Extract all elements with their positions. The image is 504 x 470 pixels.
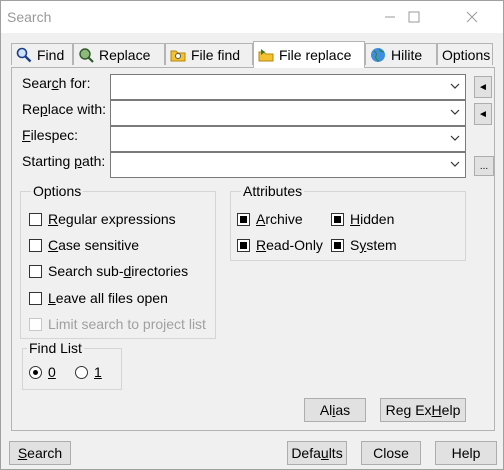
regex-help-button[interactable]: Reg Ex Help	[380, 398, 466, 422]
checkbox-box[interactable]	[331, 212, 344, 226]
search-subdirectories-checkbox[interactable]: Search sub-directories	[29, 263, 188, 279]
tab-hilite[interactable]: Hilite	[365, 43, 437, 65]
read-only-checkbox[interactable]: Read-Only	[237, 237, 323, 253]
radio-button[interactable]	[29, 365, 42, 379]
options-group: Options Regular expressions Case sensiti…	[20, 183, 216, 339]
browse-label: ...	[479, 160, 489, 172]
leave-files-open-checkbox[interactable]: Leave all files open	[29, 290, 168, 306]
hidden-checkbox[interactable]: Hidden	[331, 211, 394, 227]
folder-search-icon	[170, 50, 186, 61]
search-dialog: Search Find Replace File find File repla…	[0, 0, 504, 470]
checkbox-box[interactable]	[237, 212, 250, 226]
tab-file-find[interactable]: File find	[165, 43, 253, 65]
window-title: Search	[7, 9, 52, 25]
tab-strip: Find Replace File find File replace Hili…	[11, 41, 495, 68]
find-list-radio-0[interactable]: 0	[29, 364, 56, 380]
find-list-title: Find List	[27, 340, 84, 356]
replace-with-label: Replace with:	[22, 101, 107, 117]
radio-button[interactable]	[75, 365, 88, 379]
magnifier-icon	[16, 47, 32, 62]
checkbox-box[interactable]	[331, 238, 344, 252]
starting-path-combobox[interactable]	[110, 152, 466, 178]
tab-find[interactable]: Find	[11, 43, 73, 65]
options-group-title: Options	[31, 183, 84, 199]
tab-replace-label: Replace	[99, 46, 151, 63]
close-window-button[interactable]	[449, 1, 495, 33]
help-button[interactable]: Help	[435, 441, 497, 465]
chevron-down-icon	[450, 135, 460, 141]
tab-options[interactable]: Options	[437, 43, 493, 65]
replace-with-insert-button[interactable]: ◄	[474, 103, 492, 125]
tab-options-label: Options	[442, 46, 491, 63]
chevron-down-icon	[450, 109, 460, 115]
search-button[interactable]: Search	[9, 441, 71, 465]
checkbox-box[interactable]	[237, 238, 250, 252]
tab-file-find-label: File find	[191, 46, 241, 63]
arrow-left-icon: ◄	[478, 108, 488, 120]
folder-replace-icon	[258, 49, 274, 62]
checkbox-box	[29, 317, 42, 331]
find-list-radio-1[interactable]: 1	[75, 364, 102, 380]
globe-icon	[371, 47, 385, 62]
title-bar: Search	[1, 1, 503, 33]
replace-with-combobox[interactable]	[110, 100, 466, 126]
defaults-button[interactable]: Defa u lts	[287, 441, 347, 465]
tab-hilite-label: Hilite	[391, 46, 423, 63]
filespec-label: Filespec:	[22, 127, 79, 143]
case-sensitive-checkbox[interactable]: Case sensitive	[29, 237, 139, 253]
chevron-down-icon	[450, 83, 460, 89]
find-list-group: Find List 0 1	[22, 340, 122, 390]
replace-icon	[79, 47, 94, 63]
search-for-label: Search for:	[22, 75, 91, 91]
limit-to-project-checkbox: Limit search to project list	[29, 316, 206, 332]
tab-find-label: Find	[37, 46, 65, 63]
search-for-combobox[interactable]	[110, 74, 466, 100]
close-button[interactable]: Close	[361, 441, 421, 465]
attributes-group: Attributes Archive Hidden Read-Only Syst…	[230, 183, 466, 261]
filespec-combobox[interactable]	[110, 126, 466, 152]
alias-button[interactable]: Al i as	[304, 398, 366, 422]
tab-file-replace[interactable]: File replace	[253, 41, 365, 68]
maximize-icon	[408, 11, 420, 23]
checkbox-box[interactable]	[29, 238, 42, 252]
checkbox-box[interactable]	[29, 291, 42, 305]
file-replace-panel: Search for: ◄ Replace with: ◄ Filespec: …	[11, 67, 495, 431]
starting-path-label: Starting path:	[22, 153, 106, 169]
system-checkbox[interactable]: System	[331, 237, 397, 253]
close-icon	[466, 11, 478, 23]
maximize-button[interactable]	[391, 1, 437, 33]
browse-path-button[interactable]: ...	[474, 156, 494, 176]
tab-replace[interactable]: Replace	[73, 43, 165, 65]
tab-file-replace-label: File replace	[279, 47, 352, 63]
checkbox-box[interactable]	[29, 212, 42, 226]
checkbox-box[interactable]	[29, 264, 42, 278]
regular-expressions-checkbox[interactable]: Regular expressions	[29, 211, 176, 227]
archive-checkbox[interactable]: Archive	[237, 211, 303, 227]
search-for-insert-button[interactable]: ◄	[474, 76, 492, 98]
chevron-down-icon	[450, 161, 460, 167]
arrow-left-icon: ◄	[478, 81, 488, 93]
attributes-group-title: Attributes	[241, 183, 305, 199]
